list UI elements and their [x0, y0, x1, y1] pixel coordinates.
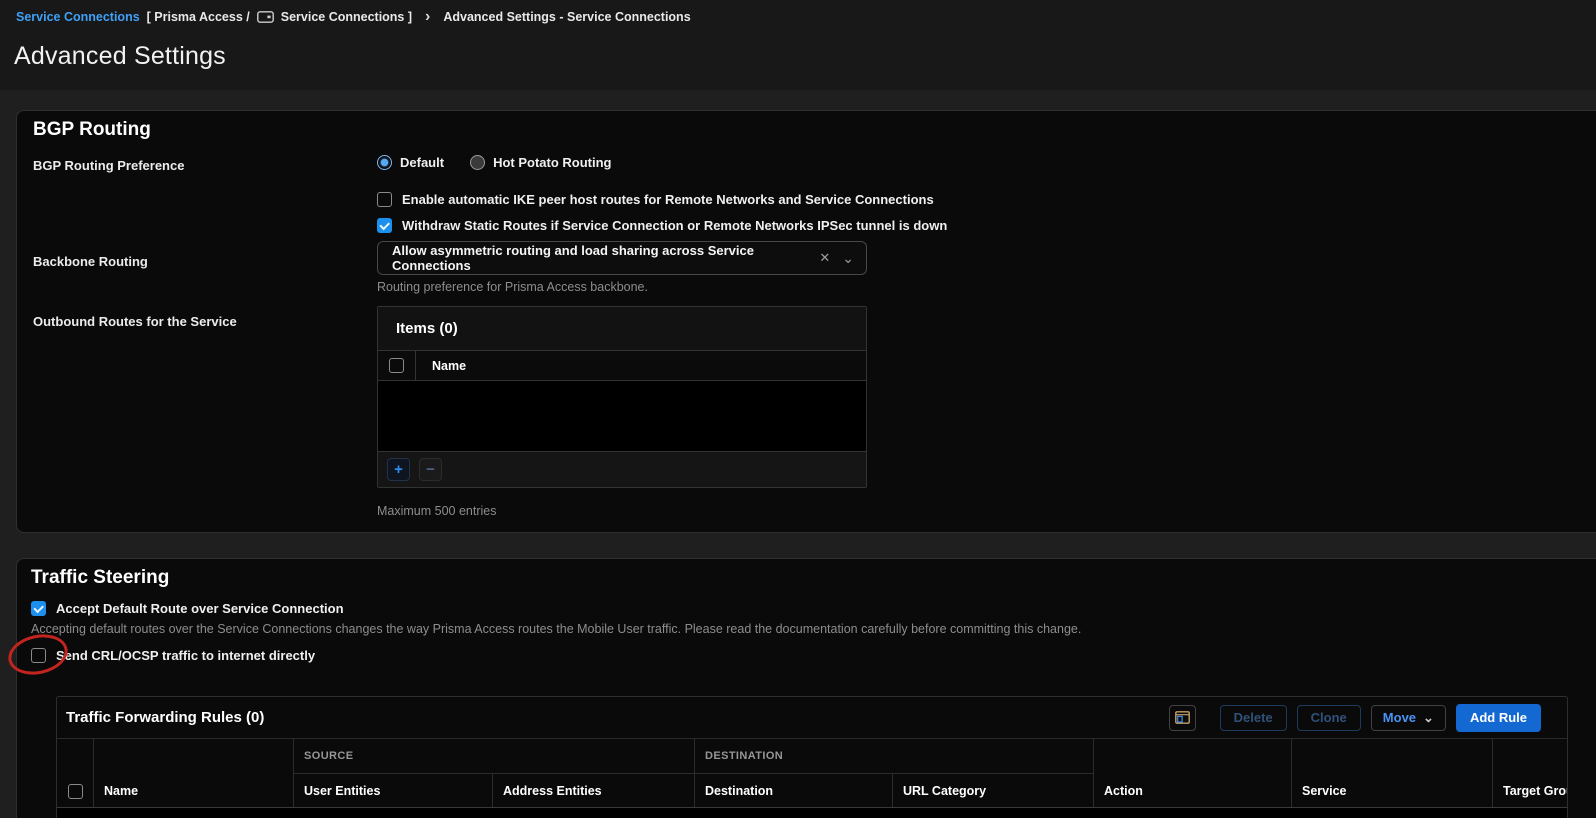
clone-button[interactable]: Clone	[1297, 705, 1361, 731]
traffic-steering-card: Traffic Steering Accept Default Route ov…	[16, 558, 1596, 818]
backbone-routing-help-text: Routing preference for Prisma Access bac…	[377, 280, 648, 294]
chevron-down-icon[interactable]: ⌄	[842, 254, 854, 262]
move-button[interactable]: Move ⌄	[1371, 705, 1446, 731]
radio-hot-potato-routing[interactable]: Hot Potato Routing	[470, 155, 611, 170]
breadcrumb-link-service-connections[interactable]: Service Connections	[16, 10, 140, 24]
accept-default-route-label: Accept Default Route over Service Connec…	[56, 601, 344, 616]
rules-select-all-checkbox[interactable]	[68, 784, 83, 799]
page-title: Advanced Settings	[14, 42, 226, 71]
bgp-routing-heading: BGP Routing	[33, 119, 151, 141]
items-table-footer: + −	[378, 451, 866, 487]
items-select-all-cell	[378, 351, 416, 380]
add-rule-button[interactable]: Add Rule	[1456, 704, 1541, 732]
items-name-column-header: Name	[416, 359, 466, 373]
accept-default-route-checkbox[interactable]	[31, 601, 46, 616]
radio-hot-potato-label: Hot Potato Routing	[493, 155, 611, 170]
radio-hot-potato-control[interactable]	[470, 155, 485, 170]
breadcrumb-context-prefix: [ Prisma Access /	[147, 10, 250, 24]
backbone-routing-selected-value: Allow asymmetric routing and load sharin…	[392, 243, 819, 273]
ike-peer-host-routes-label: Enable automatic IKE peer host routes fo…	[402, 192, 934, 207]
page-header: Service Connections [ Prisma Access / Se…	[0, 0, 1596, 90]
outbound-routes-label: Outbound Routes for the Service	[33, 314, 237, 329]
column-header-name: Name	[93, 739, 293, 807]
traffic-steering-heading: Traffic Steering	[31, 567, 169, 589]
items-table-header: Name	[378, 351, 866, 381]
radio-default[interactable]: Default	[377, 155, 444, 170]
bgp-routing-preference-label: BGP Routing Preference	[33, 158, 184, 173]
items-table-title: Items (0)	[378, 307, 866, 351]
rules-toolbar: Traffic Forwarding Rules (0) Delete Clon…	[57, 697, 1567, 739]
breadcrumb: Service Connections [ Prisma Access / Se…	[16, 9, 691, 25]
radio-default-label: Default	[400, 155, 444, 170]
rules-table-header: Name SOURCE DESTINATION Action Service T…	[57, 739, 1568, 808]
bgp-routing-card: BGP Routing BGP Routing Preference Defau…	[16, 110, 1596, 533]
items-select-all-checkbox[interactable]	[389, 358, 404, 373]
items-table-empty-body	[378, 381, 866, 451]
column-header-url-category: URL Category	[892, 774, 1093, 807]
panel-icon	[257, 11, 274, 23]
column-header-address-entities: Address Entities	[492, 774, 694, 807]
checkbox-row-withdraw-static-routes[interactable]: Withdraw Static Routes if Service Connec…	[377, 218, 947, 233]
bgp-routing-preference-radiogroup: Default Hot Potato Routing	[377, 155, 611, 170]
checkbox-row-ike-peer-host-routes[interactable]: Enable automatic IKE peer host routes fo…	[377, 192, 934, 207]
column-header-service: Service	[1291, 739, 1492, 807]
traffic-forwarding-rules-title: Traffic Forwarding Rules (0)	[66, 709, 264, 726]
radio-default-control[interactable]	[377, 155, 392, 170]
send-crl-ocsp-checkbox[interactable]	[31, 648, 46, 663]
remove-item-button[interactable]: −	[419, 458, 442, 481]
items-max-entries-note: Maximum 500 entries	[377, 504, 497, 518]
rules-table-empty-body	[57, 808, 1568, 818]
breadcrumb-context-item: Service Connections ]	[281, 10, 412, 24]
clear-selection-icon[interactable]: ✕	[819, 250, 830, 266]
column-group-destination: DESTINATION	[694, 739, 1093, 774]
column-header-action: Action	[1093, 739, 1291, 807]
chevron-down-icon: ⌄	[1423, 714, 1434, 722]
checkbox-row-accept-default-route[interactable]: Accept Default Route over Service Connec…	[31, 601, 344, 616]
backbone-routing-label: Backbone Routing	[33, 254, 148, 269]
outbound-routes-items-table: Items (0) Name + −	[377, 306, 867, 488]
column-selector-button[interactable]	[1169, 705, 1196, 731]
delete-button[interactable]: Delete	[1220, 705, 1287, 731]
withdraw-static-routes-label: Withdraw Static Routes if Service Connec…	[402, 218, 947, 233]
withdraw-static-routes-checkbox[interactable]	[377, 218, 392, 233]
rules-select-all-cell	[57, 739, 93, 807]
column-group-source: SOURCE	[293, 739, 694, 774]
column-header-destination: Destination	[694, 774, 892, 807]
columns-icon	[1175, 711, 1190, 724]
traffic-forwarding-rules-panel: Traffic Forwarding Rules (0) Delete Clon…	[56, 696, 1568, 818]
chevron-right-icon: ›	[425, 9, 430, 25]
column-header-user-entities: User Entities	[293, 774, 492, 807]
accept-default-route-help-text: Accepting default routes over the Servic…	[31, 622, 1081, 636]
column-header-target-group: Target Group	[1492, 739, 1568, 807]
move-button-label: Move	[1383, 710, 1416, 725]
checkbox-row-send-crl-ocsp[interactable]: Send CRL/OCSP traffic to internet direct…	[31, 648, 315, 663]
send-crl-ocsp-label: Send CRL/OCSP traffic to internet direct…	[56, 648, 315, 663]
add-item-button[interactable]: +	[387, 458, 410, 481]
ike-peer-host-routes-checkbox[interactable]	[377, 192, 392, 207]
backbone-routing-select[interactable]: Allow asymmetric routing and load sharin…	[377, 241, 867, 275]
breadcrumb-current: Advanced Settings - Service Connections	[443, 10, 690, 24]
